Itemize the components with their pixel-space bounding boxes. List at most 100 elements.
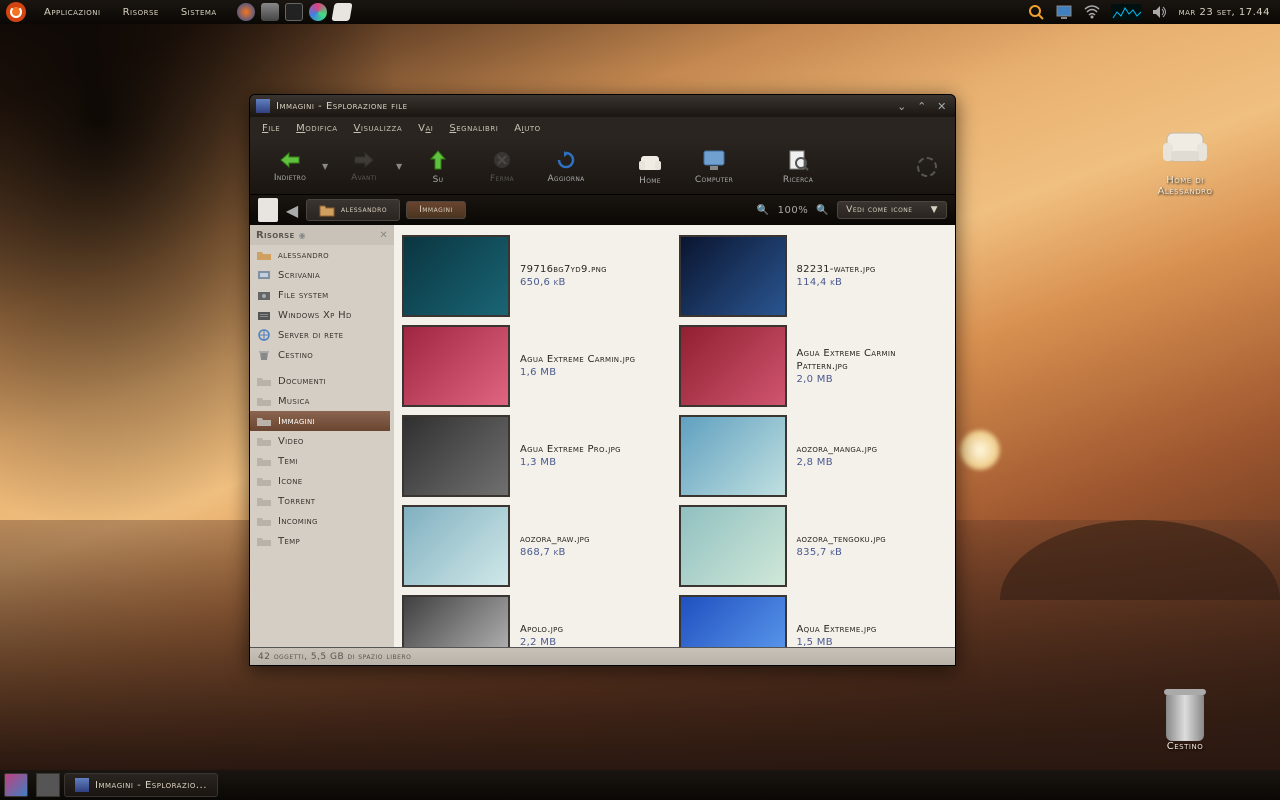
panel-clock[interactable]: mar 23 set, 17.44 bbox=[1179, 7, 1270, 18]
file-thumbnail bbox=[679, 505, 787, 587]
status-text: 42 oggetti, 5,5 GB di spazio libero bbox=[258, 652, 411, 662]
desktop-home-folder[interactable]: Home di Alessandro bbox=[1140, 115, 1230, 197]
place-icon bbox=[256, 288, 272, 302]
computer-button[interactable]: Computer bbox=[682, 141, 746, 193]
file-thumbnail bbox=[402, 595, 510, 647]
menu-edit[interactable]: Modifica bbox=[288, 123, 345, 134]
crumb-scroll-left[interactable]: ◀ bbox=[284, 200, 300, 220]
file-item[interactable]: Agua Extreme Pro.jpg1,3 MB bbox=[402, 415, 671, 497]
firefox-icon[interactable] bbox=[237, 3, 255, 21]
crumb-current[interactable]: Immagini bbox=[406, 201, 466, 219]
ubuntu-logo-icon[interactable] bbox=[6, 2, 26, 22]
panel-menu-system[interactable]: Sistema bbox=[171, 7, 227, 18]
maximize-button[interactable]: ⌃ bbox=[915, 99, 929, 113]
sidebar-item-label: File system bbox=[278, 290, 329, 301]
file-name: aozora_manga.jpg bbox=[797, 443, 878, 456]
sidebar-folder-video[interactable]: Video bbox=[250, 431, 394, 451]
file-item[interactable]: aozora_tengoku.jpg835,7 kB bbox=[679, 505, 948, 587]
desktop-trash-label: Cestino bbox=[1167, 741, 1203, 752]
sidebar-folder-torrent[interactable]: Torrent bbox=[250, 491, 394, 511]
file-name: 82231-water.jpg bbox=[797, 263, 876, 276]
panel-menu-places[interactable]: Risorse bbox=[113, 7, 169, 18]
menu-view[interactable]: Visualizza bbox=[346, 123, 411, 134]
wifi-icon[interactable] bbox=[1083, 3, 1101, 21]
file-manager-window: Immagini - Esplorazione file ⌄ ⌃ ✕ File … bbox=[249, 94, 956, 666]
back-button[interactable]: Indietro bbox=[258, 141, 322, 193]
network-monitor-icon[interactable] bbox=[1111, 3, 1141, 21]
sidebar-folder-immagini[interactable]: Immagini bbox=[250, 411, 390, 431]
sidebar-folder-documenti[interactable]: Documenti bbox=[250, 371, 394, 391]
sidebar-item-label: alessandro bbox=[278, 250, 329, 261]
close-button[interactable]: ✕ bbox=[935, 99, 949, 113]
sidebar-folder-temp[interactable]: Temp bbox=[250, 531, 394, 551]
sidebar-folder-incoming[interactable]: Incoming bbox=[250, 511, 394, 531]
show-desktop-button[interactable] bbox=[4, 773, 28, 797]
menu-go[interactable]: Vai bbox=[410, 123, 441, 134]
file-size: 2,8 MB bbox=[797, 456, 878, 469]
app-icon-1[interactable] bbox=[309, 3, 327, 21]
menu-file[interactable]: File bbox=[254, 123, 288, 134]
folder-icon bbox=[256, 514, 272, 528]
file-item[interactable]: aozora_manga.jpg2,8 MB bbox=[679, 415, 948, 497]
sidebar-item-label: Cestino bbox=[278, 350, 313, 361]
desktop-trash[interactable]: Cestino bbox=[1140, 685, 1230, 752]
place-icon bbox=[256, 248, 272, 262]
menu-bookmarks[interactable]: Segnalibri bbox=[441, 123, 506, 134]
terminal-icon[interactable] bbox=[285, 3, 303, 21]
sidebar-close-button[interactable]: ✕ bbox=[379, 230, 388, 241]
sidebar-place-4[interactable]: Server di rete bbox=[250, 325, 394, 345]
file-item[interactable]: Apolo.jpg2,2 MB bbox=[402, 595, 671, 647]
minimize-button[interactable]: ⌄ bbox=[895, 99, 909, 113]
sidebar-place-1[interactable]: Scrivania bbox=[250, 265, 394, 285]
top-panel: Applicazioni Risorse Sistema mar 23 set,… bbox=[0, 0, 1280, 24]
sidebar-folder-icone[interactable]: Icone bbox=[250, 471, 394, 491]
app-icon-2[interactable] bbox=[331, 3, 352, 21]
search-button[interactable]: Ricerca bbox=[766, 141, 830, 193]
zoom-in-button[interactable]: 🔍 bbox=[816, 205, 829, 216]
file-size: 1,3 MB bbox=[520, 456, 621, 469]
forward-dropdown[interactable]: ▼ bbox=[396, 162, 406, 171]
text-mode-button[interactable] bbox=[258, 198, 278, 222]
file-item[interactable]: aozora_raw.jpg868,7 kB bbox=[402, 505, 671, 587]
file-name: Apolo.jpg bbox=[520, 623, 563, 636]
stop-button[interactable]: Ferma bbox=[470, 141, 534, 193]
workspace-switcher[interactable] bbox=[36, 773, 60, 797]
zoom-out-button[interactable]: 🔍 bbox=[757, 205, 770, 216]
view-mode-select[interactable]: Vedi come icone▼ bbox=[837, 201, 947, 219]
sidebar-folder-musica[interactable]: Musica bbox=[250, 391, 394, 411]
folder-icon bbox=[256, 534, 272, 548]
home-button[interactable]: Home bbox=[618, 141, 682, 193]
file-item[interactable]: Agua Extreme Carmin Pattern.jpg2,0 MB bbox=[679, 325, 948, 407]
menu-help[interactable]: Aiuto bbox=[506, 123, 548, 134]
taskbar-item-filemanager[interactable]: Immagini - Esplorazio... bbox=[64, 773, 218, 797]
sidebar-place-3[interactable]: Windows Xp Hd bbox=[250, 305, 394, 325]
file-content-area[interactable]: 79716bg7yd9.png650,6 kB82231-water.jpg11… bbox=[394, 225, 955, 647]
window-titlebar[interactable]: Immagini - Esplorazione file ⌄ ⌃ ✕ bbox=[250, 95, 955, 117]
wallpaper-sun bbox=[960, 430, 1000, 470]
sidebar-place-0[interactable]: alessandro bbox=[250, 245, 394, 265]
sidebar-place-2[interactable]: File system bbox=[250, 285, 394, 305]
file-item[interactable]: Agua Extreme Carmin.jpg1,6 MB bbox=[402, 325, 671, 407]
crumb-home[interactable]: alessandro bbox=[306, 199, 400, 221]
sidebar-place-5[interactable]: Cestino bbox=[250, 345, 394, 365]
file-item[interactable]: 79716bg7yd9.png650,6 kB bbox=[402, 235, 671, 317]
up-button[interactable]: Su bbox=[406, 141, 470, 193]
sidebar-folder-temi[interactable]: Temi bbox=[250, 451, 394, 471]
armchair-icon bbox=[1157, 115, 1213, 171]
forward-button[interactable]: Avanti bbox=[332, 141, 396, 193]
sidebar-item-label: Immagini bbox=[278, 416, 315, 427]
sidebar-item-label: Documenti bbox=[278, 376, 326, 387]
file-item[interactable]: 82231-water.jpg114,4 kB bbox=[679, 235, 948, 317]
volume-icon[interactable] bbox=[1151, 3, 1169, 21]
display-icon[interactable] bbox=[1055, 3, 1073, 21]
sidebar-dropdown-icon[interactable]: ◉ bbox=[299, 231, 306, 240]
app-launcher-icon[interactable] bbox=[261, 3, 279, 21]
back-dropdown[interactable]: ▼ bbox=[322, 162, 332, 171]
panel-menu-apps[interactable]: Applicazioni bbox=[34, 7, 111, 18]
sidebar-item-label: Torrent bbox=[278, 496, 315, 507]
place-icon bbox=[256, 308, 272, 322]
reload-button[interactable]: Aggiorna bbox=[534, 141, 598, 193]
file-item[interactable]: Aqua Extreme.jpg1,5 MB bbox=[679, 595, 948, 647]
sidebar-item-label: Server di rete bbox=[278, 330, 343, 341]
search-icon[interactable] bbox=[1027, 3, 1045, 21]
